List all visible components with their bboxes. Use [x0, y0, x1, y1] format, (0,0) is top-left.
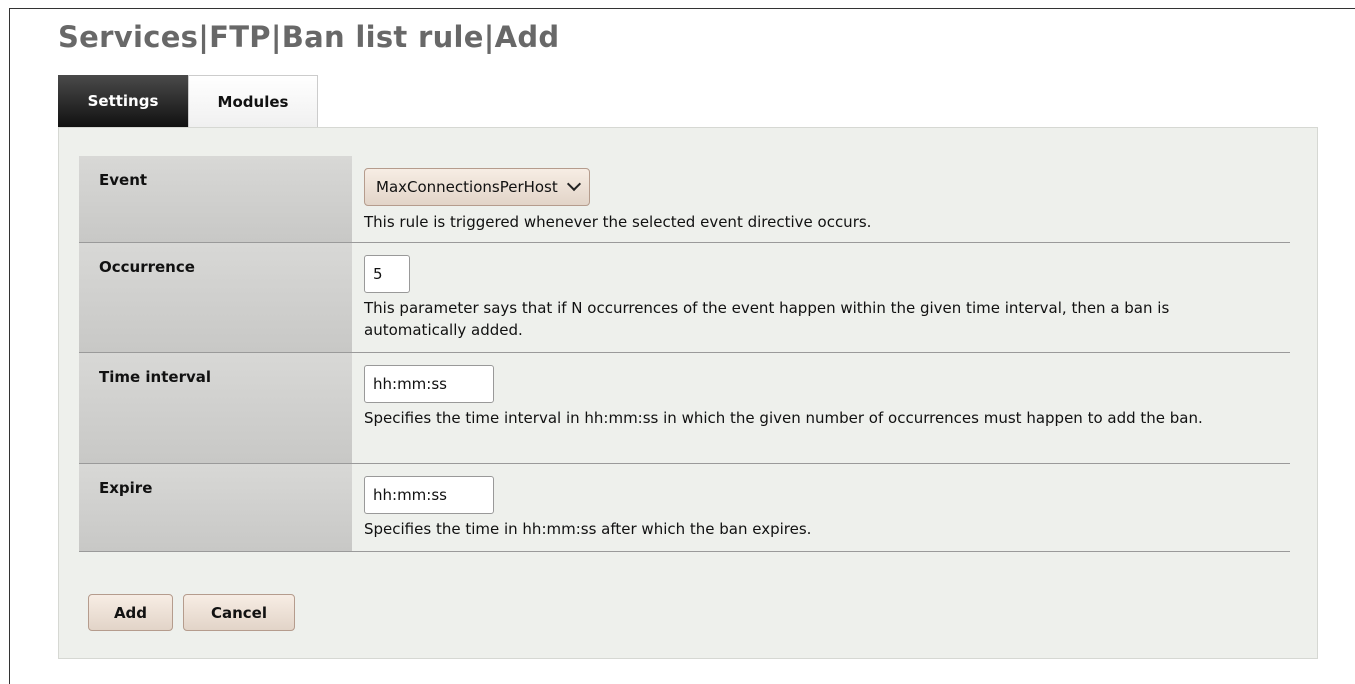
- time-interval-help-text: Specifies the time interval in hh:mm:ss …: [364, 409, 1203, 427]
- form-row-event: Event MaxConnectionsPerHost This rule is…: [79, 156, 1290, 243]
- form-row-occurrence: Occurrence This parameter says that if N…: [79, 243, 1290, 353]
- tab-settings[interactable]: Settings: [58, 75, 188, 127]
- event-value-cell: MaxConnectionsPerHost This rule is trigg…: [352, 156, 1290, 242]
- occurrence-help-text: This parameter says that if N occurrence…: [364, 299, 1170, 339]
- time-interval-value-cell: Specifies the time interval in hh:mm:ss …: [352, 353, 1290, 463]
- occurrence-value-cell: This parameter says that if N occurrence…: [352, 243, 1290, 352]
- form-table: Event MaxConnectionsPerHost This rule is…: [79, 156, 1290, 552]
- expire-help-text: Specifies the time in hh:mm:ss after whi…: [364, 520, 812, 538]
- form-row-time-interval: Time interval Specifies the time interva…: [79, 353, 1290, 464]
- form-buttons: Add Cancel: [88, 594, 295, 631]
- tab-modules[interactable]: Modules: [188, 75, 318, 127]
- page-title: Services|FTP|Ban list rule|Add: [58, 20, 560, 54]
- event-help-text: This rule is triggered whenever the sele…: [364, 213, 872, 231]
- event-label: Event: [79, 156, 352, 242]
- chevron-down-icon: [566, 176, 581, 192]
- expire-value-cell: Specifies the time in hh:mm:ss after whi…: [352, 464, 1290, 551]
- tab-bar: Settings Modules: [58, 75, 318, 127]
- expire-input[interactable]: [364, 476, 494, 514]
- occurrence-input[interactable]: [364, 255, 410, 293]
- time-interval-input[interactable]: [364, 365, 494, 403]
- cancel-button[interactable]: Cancel: [183, 594, 295, 631]
- time-interval-label: Time interval: [79, 353, 352, 463]
- add-button[interactable]: Add: [88, 594, 173, 631]
- event-select-value: MaxConnectionsPerHost: [376, 178, 558, 196]
- form-row-expire: Expire Specifies the time in hh:mm:ss af…: [79, 464, 1290, 552]
- expire-label: Expire: [79, 464, 352, 551]
- occurrence-label: Occurrence: [79, 243, 352, 352]
- event-select[interactable]: MaxConnectionsPerHost: [364, 168, 590, 206]
